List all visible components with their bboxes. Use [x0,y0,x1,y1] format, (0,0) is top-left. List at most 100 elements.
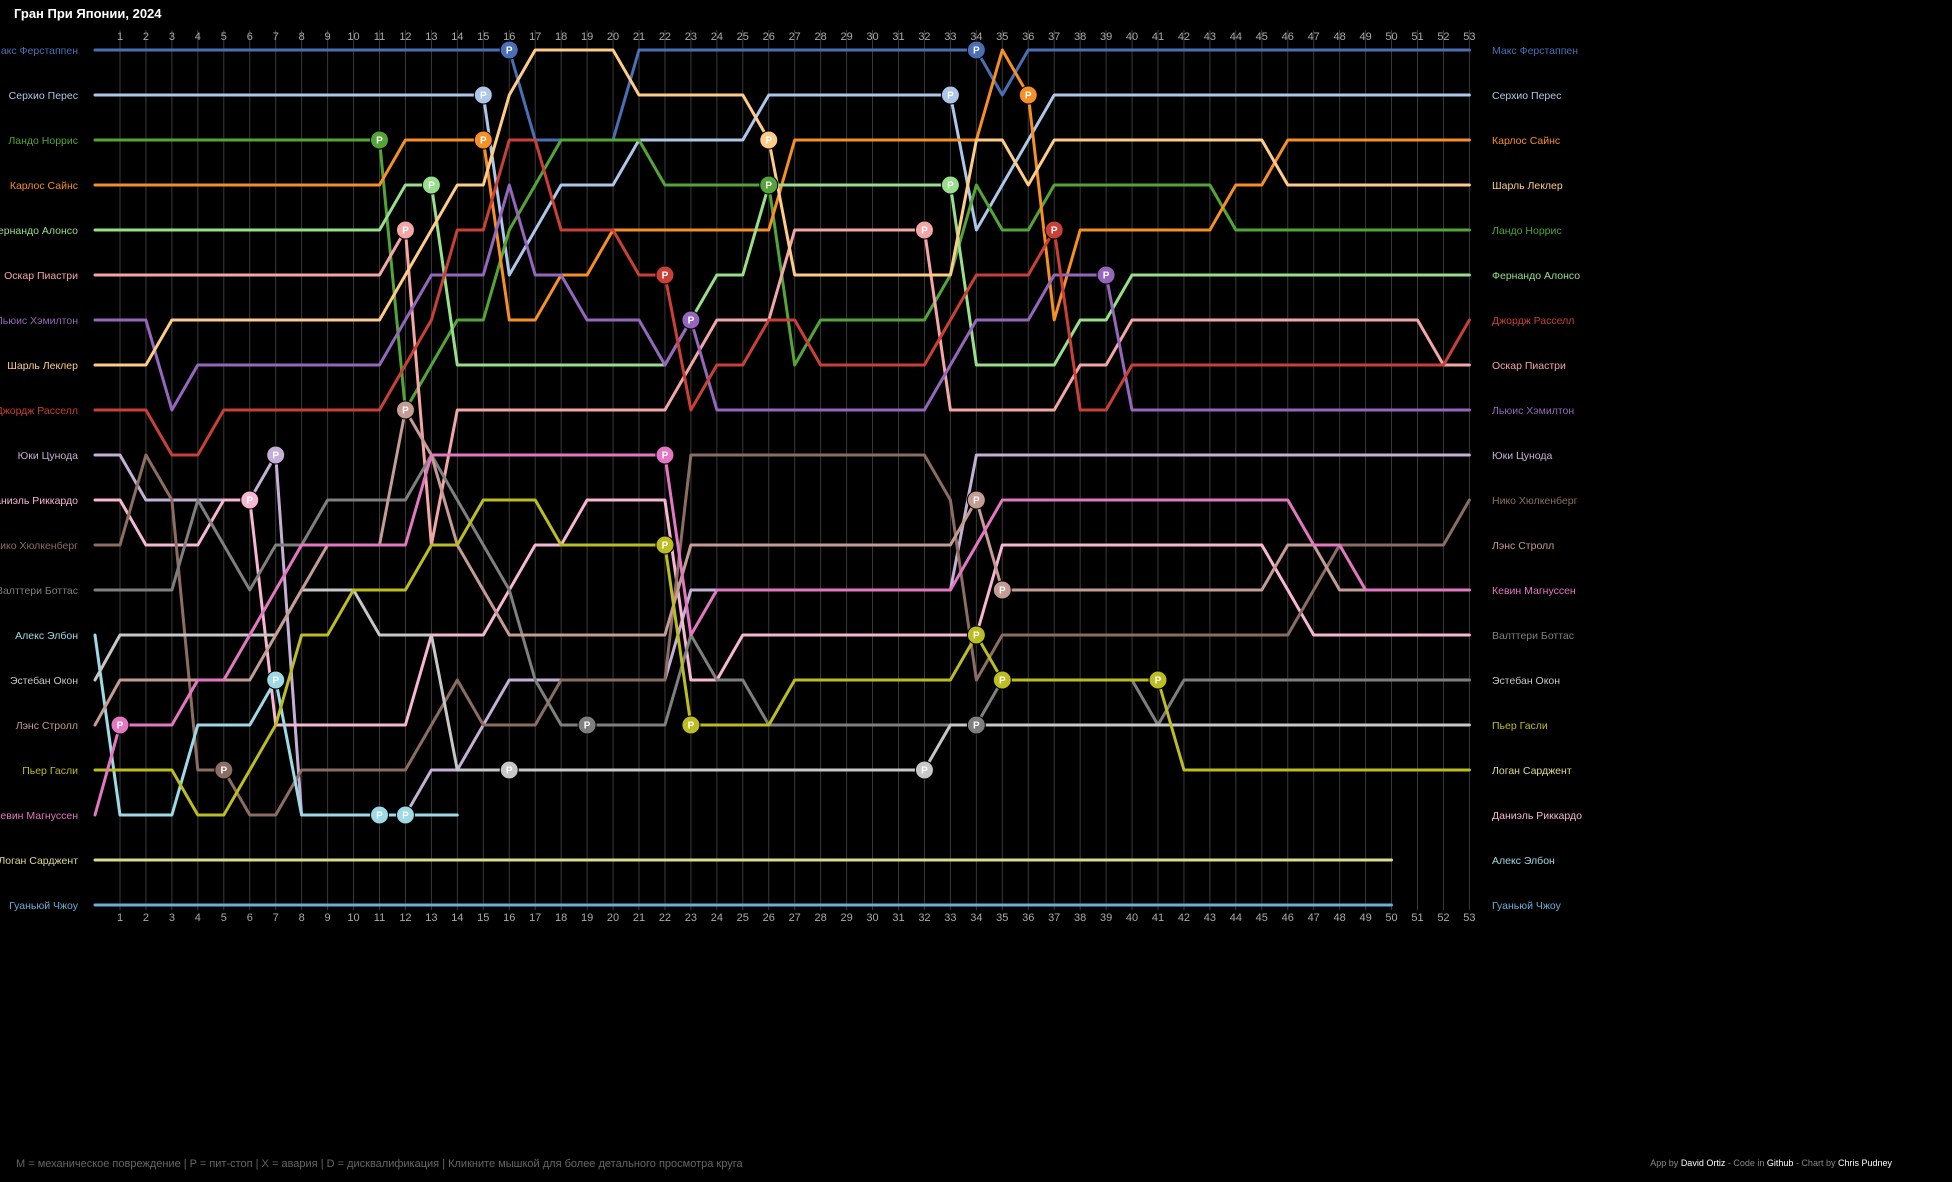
credit-chart-prefix: - Chart by [1795,1158,1836,1168]
lap-tick-bottom: 9 [325,912,331,924]
lap-tick-top: 48 [1334,31,1346,43]
end-label: Пьер Гасли [1492,720,1548,732]
end-label: Эстебан Окон [1492,675,1560,687]
pit-marker-label: P [765,181,772,192]
lap-tick-top: 5 [221,31,227,43]
end-label: Нико Хюлкенберг [1492,495,1578,507]
lap-tick-top: 20 [607,31,619,43]
lap-tick-bottom: 51 [1411,912,1423,924]
lap-tick-bottom: 20 [607,912,619,924]
lap-tick-bottom: 24 [711,912,723,924]
lap-tick-bottom: 25 [737,912,749,924]
lap-tick-top: 11 [374,31,385,43]
lap-tick-top: 43 [1204,31,1216,43]
pit-marker-label: P [1155,676,1162,687]
pit-marker-label: P [973,631,980,642]
lap-tick-top: 15 [477,31,489,43]
lap-tick-bottom: 18 [555,912,567,924]
credit-chart-author[interactable]: Chris Pudney [1838,1158,1892,1168]
lap-tick-bottom: 32 [918,912,930,924]
lap-tick-top: 30 [866,31,878,43]
lap-tick-bottom: 19 [581,912,593,924]
pit-marker-label: P [402,811,409,822]
lap-tick-top: 29 [840,31,852,43]
lap-tick-bottom: 11 [374,912,385,924]
pit-marker-label: P [999,676,1006,687]
lap-tick-top: 46 [1282,31,1294,43]
pit-marker-label: P [921,226,928,237]
end-label: Даниэль Риккардо [1492,810,1582,822]
lap-tick-top: 36 [1022,31,1034,43]
end-label: Гуаньюй Чжоу [1492,900,1562,912]
lap-tick-top: 45 [1256,31,1268,43]
end-label: Льюис Хэмилтон [1492,405,1574,417]
start-label: Карлос Сайнс [10,180,78,192]
lap-tick-bottom: 35 [996,912,1008,924]
lap-tick-bottom: 33 [944,912,956,924]
lap-tick-bottom: 45 [1256,912,1268,924]
start-label: Оскар Пиастри [4,270,78,282]
lap-tick-top: 22 [659,31,671,43]
lap-tick-top: 40 [1126,31,1138,43]
lap-tick-bottom: 14 [451,912,463,924]
lap-tick-bottom: 47 [1308,912,1320,924]
pit-marker-label: P [428,181,435,192]
lap-tick-top: 13 [425,31,437,43]
lap-tick-bottom: 46 [1282,912,1294,924]
pit-marker-label: P [584,721,591,732]
credits: App by David Ortiz - Code in Github - Ch… [1650,1158,1892,1168]
pit-marker-label: P [973,46,980,57]
lap-tick-bottom: 49 [1359,912,1371,924]
start-label: Шарль Леклер [7,360,78,372]
lap-tick-bottom: 37 [1048,912,1060,924]
credit-github-link[interactable]: Github [1767,1158,1794,1168]
start-label: Логан Сарджент [0,855,78,867]
lap-tick-bottom: 44 [1230,912,1242,924]
start-label: Юки Цунода [18,450,79,462]
end-label: Макс Ферстаппен [1492,45,1578,57]
lap-tick-bottom: 4 [195,912,201,924]
lap-tick-bottom: 17 [529,912,541,924]
lap-tick-bottom: 43 [1204,912,1216,924]
lap-tick-top: 31 [892,31,904,43]
lap-tick-bottom: 27 [789,912,801,924]
start-label: Серхио Перес [9,90,78,102]
pit-marker-label: P [947,181,954,192]
end-label: Карлос Сайнс [1492,135,1560,147]
lap-tick-top: 38 [1074,31,1086,43]
credit-app-author[interactable]: David Ortiz [1681,1158,1726,1168]
lap-tick-bottom: 39 [1100,912,1112,924]
lap-tick-bottom: 7 [273,912,279,924]
lap-tick-bottom: 22 [659,912,671,924]
lap-tick-top: 24 [711,31,723,43]
pit-marker-label: P [999,586,1006,597]
pit-marker-label: P [688,316,695,327]
start-label: Алекс Элбон [15,630,78,642]
lap-tick-top: 25 [737,31,749,43]
lap-tick-top: 27 [789,31,801,43]
lap-tick-bottom: 6 [247,912,253,924]
end-label: Джордж Расселл [1492,315,1574,327]
lap-tick-top: 51 [1411,31,1423,43]
lap-tick-bottom: 2 [143,912,149,924]
lap-tick-bottom: 13 [425,912,437,924]
lap-tick-bottom: 42 [1178,912,1190,924]
lap-tick-top: 4 [195,31,201,43]
start-label: Пьер Гасли [22,765,78,777]
lap-tick-top: 6 [247,31,253,43]
pit-marker-label: P [662,271,669,282]
position-chart[interactable]: 1122334455667788991010111112121313141415… [0,0,1952,1150]
pit-marker-label: P [947,91,954,102]
lap-tick-top: 37 [1048,31,1060,43]
pit-marker-label: P [662,541,669,552]
lap-tick-top: 26 [763,31,775,43]
pit-marker-label: P [272,451,279,462]
pit-marker-label: P [506,766,513,777]
lap-tick-top: 9 [325,31,331,43]
lap-tick-bottom: 53 [1463,912,1475,924]
pit-marker-label: P [973,721,980,732]
lap-tick-bottom: 5 [221,912,227,924]
lap-tick-top: 53 [1463,31,1475,43]
start-label: Кевин Магнуссен [0,810,78,822]
lap-tick-top: 7 [273,31,279,43]
